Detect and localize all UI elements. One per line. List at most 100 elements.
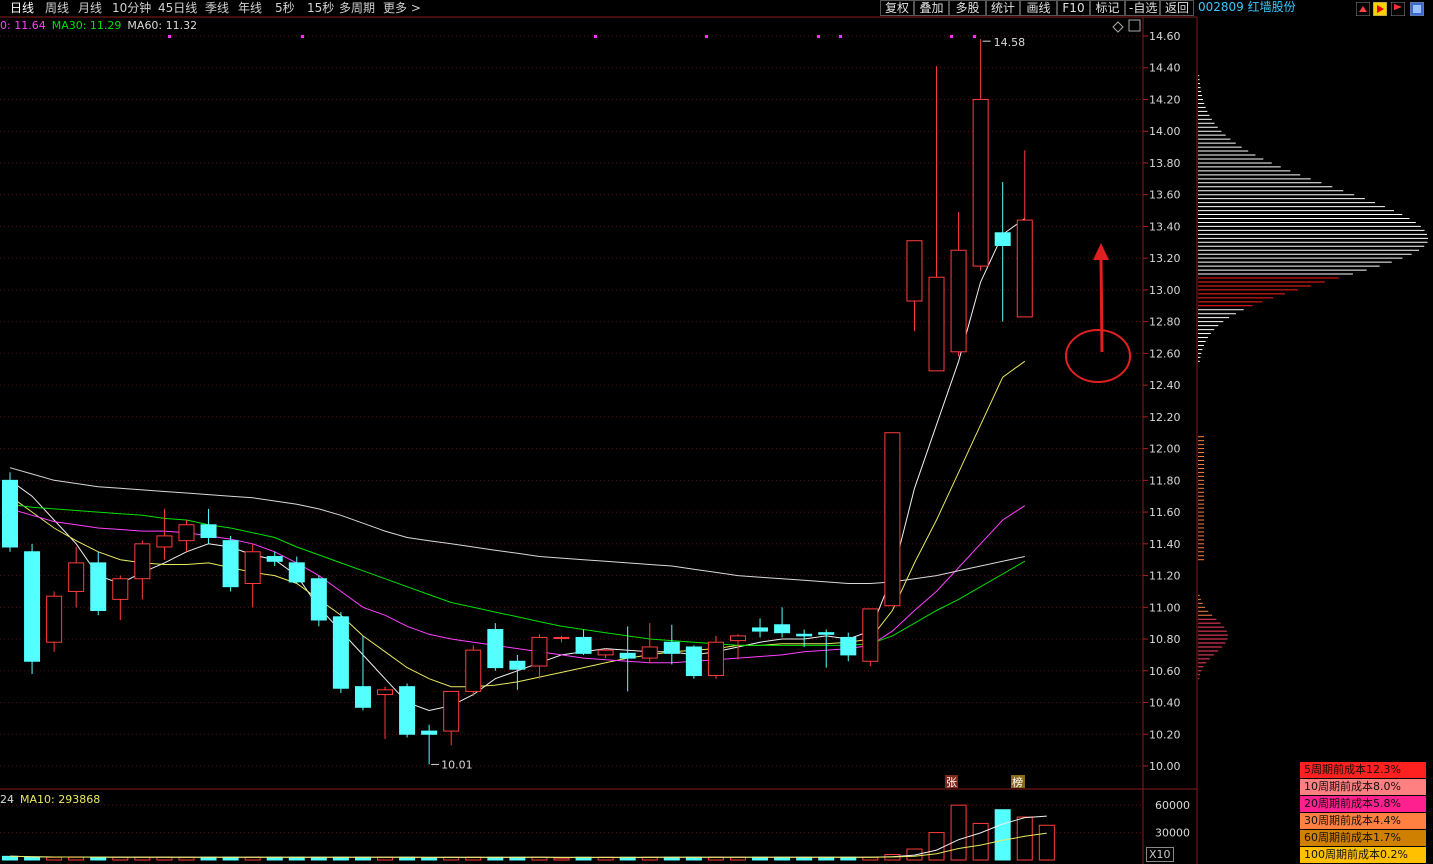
candle <box>266 556 283 562</box>
volume-bar <box>421 857 438 861</box>
candle <box>222 540 239 588</box>
cost-distribution-row: 100周期前成本0.2% <box>1300 847 1426 863</box>
annotation-arrow-shaft <box>1099 257 1104 353</box>
candle <box>906 240 923 302</box>
candle <box>509 660 526 670</box>
volume-bar <box>1038 824 1055 861</box>
price-tick-label: 13.80 <box>1149 157 1181 170</box>
price-tick-label: 12.60 <box>1149 347 1181 360</box>
candle <box>950 249 967 353</box>
candle <box>421 730 438 735</box>
price-tick-label: 11.40 <box>1149 538 1181 551</box>
event-marker <box>301 35 304 38</box>
candle <box>928 276 945 372</box>
candle <box>443 690 460 732</box>
volume-tick-label: 30000 <box>1155 827 1190 840</box>
volume-bar <box>46 856 63 861</box>
candle <box>46 595 63 643</box>
price-tick-label: 11.00 <box>1149 601 1181 614</box>
volume-ma10-line <box>9 832 1047 858</box>
candle <box>1016 219 1033 318</box>
volume-bar <box>928 832 945 861</box>
cost-distribution-row: 60周期前成本1.7% <box>1300 830 1426 846</box>
price-tick-label: 13.40 <box>1149 220 1181 233</box>
volume-bar <box>994 809 1011 861</box>
diamond-icon <box>1112 21 1124 33</box>
volume-tick-label: 60000 <box>1155 799 1190 812</box>
candle <box>597 649 614 656</box>
volume-bar <box>90 856 107 861</box>
ma-line-ma60 <box>9 467 1025 584</box>
price-tick-label: 10.40 <box>1149 697 1181 710</box>
candle <box>641 646 658 659</box>
volume-bar <box>68 856 85 861</box>
price-tick-label: 13.00 <box>1149 284 1181 297</box>
candle <box>796 633 813 637</box>
candle <box>972 98 989 267</box>
candle <box>707 641 724 677</box>
cost-distribution-row: 20周期前成本5.8% <box>1300 796 1426 812</box>
price-tick-label: 12.40 <box>1149 379 1181 392</box>
price-tick-label: 14.00 <box>1149 125 1181 138</box>
candle <box>752 627 769 632</box>
candle <box>399 686 416 735</box>
price-tick-label: 14.60 <box>1149 30 1181 43</box>
cost-distribution-row: 10周期前成本8.0% <box>1300 779 1426 795</box>
price-tick-label: 11.80 <box>1149 474 1181 487</box>
candle <box>2 479 18 548</box>
candle <box>354 686 371 708</box>
price-tick-label: 10.20 <box>1149 728 1181 741</box>
candle <box>884 432 901 607</box>
cost-distribution-row: 5周期前成本12.3% <box>1300 762 1426 778</box>
candle <box>24 551 41 662</box>
event-marker <box>594 35 597 38</box>
price-tick-label: 11.20 <box>1149 570 1181 583</box>
volume-bar <box>906 848 923 861</box>
candle <box>200 524 217 538</box>
price-tick-label: 12.80 <box>1149 316 1181 329</box>
cost-distribution-row: 30周期前成本4.4% <box>1300 813 1426 829</box>
volume-bar <box>553 857 570 861</box>
candle <box>244 551 261 584</box>
candle <box>156 535 173 548</box>
maximize-icon <box>1128 19 1141 32</box>
candle <box>112 578 129 600</box>
annotation-arrow-head <box>1093 243 1109 260</box>
low-price-label: 10.01 <box>441 758 473 771</box>
candle <box>487 629 504 669</box>
candle <box>729 635 746 642</box>
candle <box>134 543 151 580</box>
kline-chart[interactable]: 14.60 14.40 14.20 14.00 13.80 13.60 13.40 13.20… <box>0 0 1433 864</box>
volume-bar <box>972 822 989 861</box>
candle <box>774 624 791 634</box>
event-marker <box>168 35 171 38</box>
candle <box>840 636 857 656</box>
volume-bar <box>24 856 41 861</box>
limit-up-marker: 张 <box>946 776 957 789</box>
candle <box>862 608 879 662</box>
price-tick-label: 11.60 <box>1149 506 1181 519</box>
candle <box>332 616 349 689</box>
event-marker <box>817 35 820 38</box>
candle <box>663 641 680 654</box>
candle <box>90 562 107 611</box>
price-tick-label: 13.20 <box>1149 252 1181 265</box>
event-marker <box>973 35 976 38</box>
price-tick-label: 10.60 <box>1149 665 1181 678</box>
price-tick-label: 14.20 <box>1149 93 1181 106</box>
candle <box>288 562 305 583</box>
volume-multiplier[interactable]: X10 <box>1146 847 1174 862</box>
candle <box>619 652 636 659</box>
price-tick-label: 13.60 <box>1149 189 1181 202</box>
candle <box>178 524 195 542</box>
candle <box>818 632 835 635</box>
candle <box>994 232 1011 246</box>
annotation-circle <box>1065 329 1131 383</box>
high-price-label: 14.58 <box>994 36 1026 49</box>
volume-bar <box>950 804 967 861</box>
candle <box>465 649 482 692</box>
price-tick-label: 10.00 <box>1149 760 1181 773</box>
dragon-marker: 榜 <box>1012 775 1023 789</box>
event-marker <box>950 35 953 38</box>
candle <box>575 636 592 654</box>
